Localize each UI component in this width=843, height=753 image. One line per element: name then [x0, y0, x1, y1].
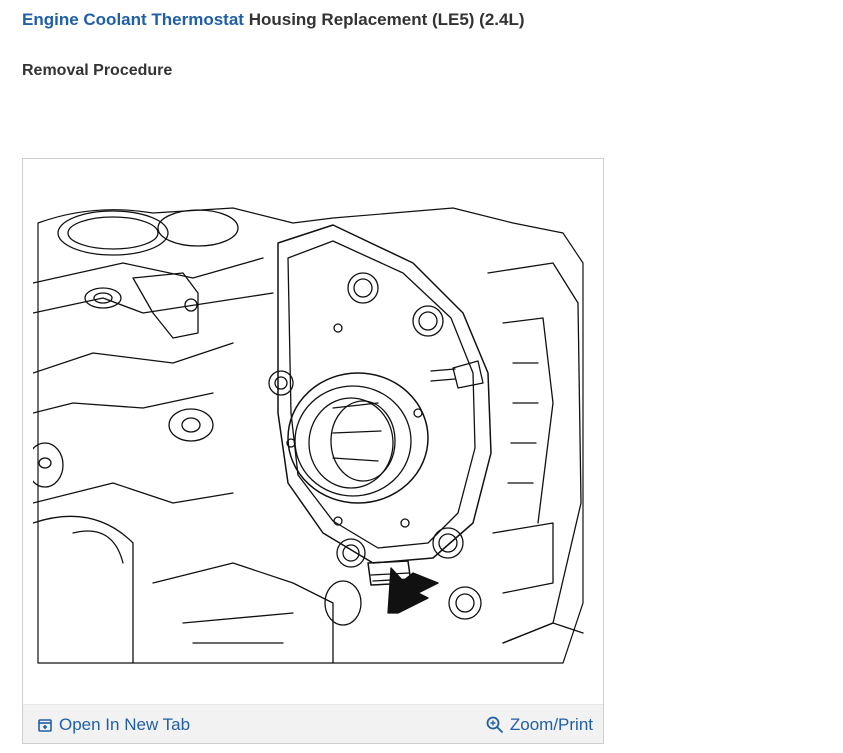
open-in-new-tab-label: Open In New Tab — [59, 715, 191, 734]
thermostat-housing-diagram — [33, 207, 584, 664]
title-rest: Housing Replacement (LE5) (2.4L) — [248, 10, 525, 29]
page-title: Engine Coolant Thermostat Housing Replac… — [22, 10, 525, 30]
figure-toolbar: Open In New Tab Zoom/Print — [23, 704, 603, 743]
title-link[interactable]: Engine Coolant Thermostat — [22, 10, 244, 29]
zoom-print-label: Zoom/Print — [509, 715, 593, 734]
zoom-print-button[interactable]: Zoom/Print — [486, 715, 593, 735]
section-heading: Removal Procedure — [22, 62, 173, 79]
figure-container: Open In New Tab Zoom/Print — [22, 158, 604, 744]
open-in-new-tab-button[interactable]: Open In New Tab — [37, 715, 190, 735]
open-in-new-tab-icon — [38, 719, 52, 732]
magnifier-icon — [486, 716, 503, 734]
